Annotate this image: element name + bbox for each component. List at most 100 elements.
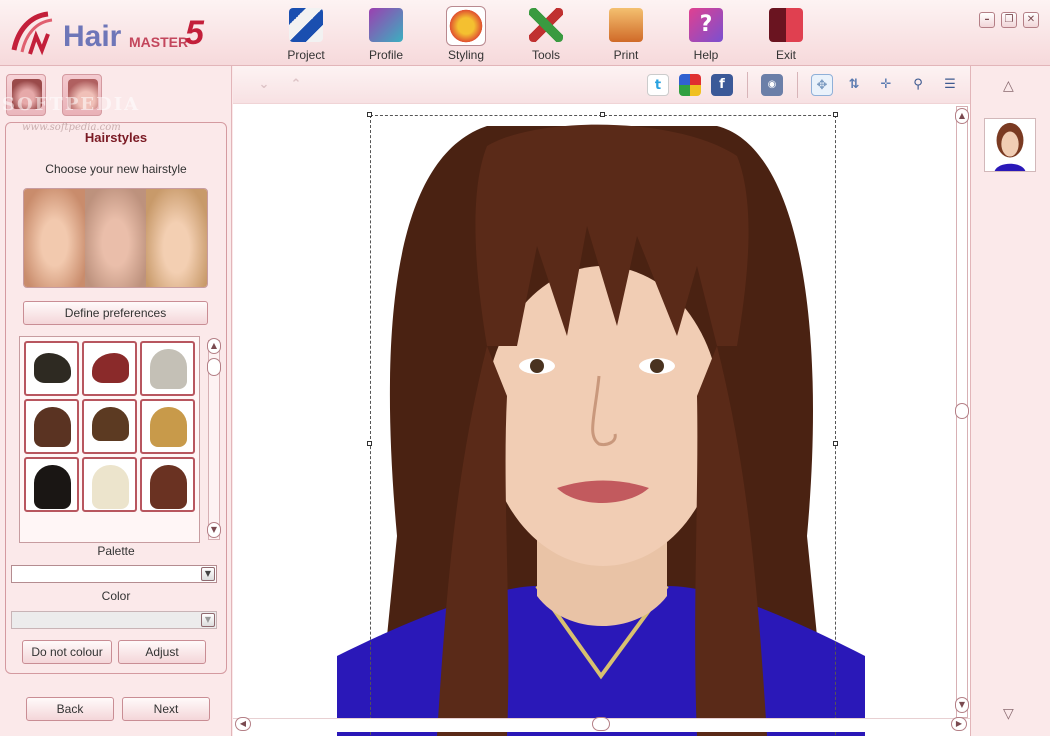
resize-handle[interactable] — [600, 112, 605, 117]
chevron-up-icon[interactable]: △ — [1003, 78, 1014, 94]
maximize-button[interactable]: ❐ — [1001, 12, 1017, 28]
zoom-icon[interactable]: ⚲ — [907, 74, 929, 96]
hairstyle-thumb[interactable] — [24, 341, 79, 396]
hairstyle-grid — [19, 336, 200, 543]
toolbar-help-label: Help — [693, 48, 719, 62]
hairstyle-long-auburn — [150, 465, 187, 509]
hairstyle-bob-grey — [150, 349, 187, 389]
hairstyle-short-brown — [92, 407, 129, 441]
undo-icon[interactable]: ⌄ — [253, 74, 275, 96]
toolbar-profile-button[interactable]: Profile — [354, 6, 418, 62]
move-icon[interactable]: ✥ — [811, 74, 833, 96]
toolbar-separator — [747, 72, 748, 98]
face-woman — [24, 189, 85, 287]
selection-box[interactable] — [370, 115, 836, 736]
logo-text-hair: Hair — [63, 20, 122, 53]
palette-label: Palette — [97, 544, 135, 558]
scroll-down-icon[interactable]: ▼ — [955, 697, 969, 713]
watermark: SOFTPEDIA — [2, 94, 141, 115]
profile-icon — [369, 8, 403, 42]
crosshair-icon[interactable]: ✛ — [875, 74, 897, 96]
redo-icon[interactable]: ⌃ — [285, 74, 307, 96]
hairstyle-thumb[interactable] — [82, 399, 137, 454]
toolbar-project-button[interactable]: Project — [274, 6, 338, 62]
app-logo: Hair MASTER 5 — [8, 8, 218, 58]
resize-handle[interactable] — [833, 112, 838, 117]
rotate-icon[interactable]: ⇅ — [843, 74, 865, 96]
left-panel: SOFTPEDIA www.softpedia.com Hairstyles C… — [0, 66, 232, 736]
hairstyle-spiky-red — [92, 353, 129, 383]
toolbar-separator — [797, 72, 798, 98]
hairstyle-thumb[interactable] — [140, 457, 195, 512]
history-panel: △ ▽ — [970, 66, 1050, 736]
twitter-icon[interactable]: t — [647, 74, 669, 96]
palette-select[interactable]: ▼ — [11, 565, 217, 583]
resize-handle[interactable] — [367, 441, 372, 446]
resize-handle[interactable] — [833, 441, 838, 446]
toolbar-exit-label: Exit — [775, 48, 796, 62]
hscroll-thumb[interactable] — [592, 717, 610, 731]
toolbar-profile-label: Profile — [368, 48, 403, 62]
toolbar-help-button[interactable]: ? Help — [674, 6, 738, 62]
exit-icon — [769, 8, 803, 42]
toolbar-tools-button[interactable]: Tools — [514, 6, 578, 62]
minimize-button[interactable]: – — [979, 12, 995, 28]
toolbar-styling-label: Styling — [447, 48, 485, 62]
history-thumbnail[interactable] — [984, 118, 1036, 172]
tools-icon — [529, 8, 563, 42]
hairstyle-thumb[interactable] — [140, 399, 195, 454]
close-button[interactable]: ✕ — [1023, 12, 1039, 28]
scroll-up-icon[interactable]: ▲ — [207, 338, 221, 354]
scroll-right-icon[interactable]: ▶ — [951, 717, 967, 731]
hairstyle-thumb[interactable] — [24, 399, 79, 454]
face-types-image[interactable] — [23, 188, 208, 288]
hairstyle-long-black — [34, 465, 71, 509]
chevron-down-icon[interactable]: ▽ — [1003, 706, 1014, 722]
toolbar-styling-button[interactable]: Styling — [434, 6, 498, 62]
help-icon: ? — [689, 8, 723, 42]
face-child — [146, 189, 207, 287]
chevron-down-icon[interactable]: ▼ — [201, 613, 215, 627]
toolbar-exit-button[interactable]: Exit — [754, 6, 818, 62]
styling-icon — [446, 6, 486, 46]
top-toolbar: Hair MASTER 5 Project Profile Styling To… — [0, 0, 1050, 66]
picasa-icon[interactable] — [679, 74, 701, 96]
panel-subtitle: Choose your new hairstyle — [45, 162, 187, 176]
facebook-icon[interactable]: f — [711, 74, 733, 96]
hairstyle-spiky-dark — [34, 353, 71, 383]
color-select[interactable]: ▼ — [11, 611, 217, 629]
logo-mark-icon — [11, 11, 53, 56]
adjust-button[interactable]: Adjust — [118, 640, 206, 664]
toolbar-project-label: Project — [287, 48, 325, 62]
face-man — [85, 189, 146, 287]
toolbar-print-label: Print — [613, 48, 639, 62]
logo-text-master: MASTER — [129, 34, 189, 50]
toolbar-print-button[interactable]: Print — [594, 6, 658, 62]
camera-icon[interactable]: ◉ — [761, 74, 783, 96]
scroll-up-icon[interactable]: ▲ — [955, 108, 969, 124]
project-icon — [289, 8, 323, 42]
hairstyle-thumb[interactable] — [82, 341, 137, 396]
menu-icon[interactable]: ☰ — [939, 74, 961, 96]
canvas-toolbar: ⌄ ⌃ t f ◉ ✥ ⇅ ✛ ⚲ ☰ — [233, 66, 970, 104]
next-button[interactable]: Next — [122, 697, 210, 721]
hairstyle-long-platinum — [92, 465, 129, 509]
back-button[interactable]: Back — [26, 697, 114, 721]
color-label: Color — [101, 589, 131, 603]
logo-version: 5 — [185, 14, 204, 52]
panel-title: Hairstyles — [84, 130, 148, 145]
do-not-colour-button[interactable]: Do not colour — [22, 640, 112, 664]
hairstyle-thumb[interactable] — [82, 457, 137, 512]
print-icon — [609, 8, 643, 42]
scroll-left-icon[interactable]: ◀ — [235, 717, 251, 731]
scroll-down-icon[interactable]: ▼ — [207, 522, 221, 538]
hairstyle-thumb[interactable] — [24, 457, 79, 512]
define-preferences-button[interactable]: Define preferences — [23, 301, 208, 325]
resize-handle[interactable] — [367, 112, 372, 117]
chevron-down-icon[interactable]: ▼ — [201, 567, 215, 581]
toolbar-tools-label: Tools — [531, 48, 560, 62]
photo-canvas: ⌄ ⌃ t f ◉ ✥ ⇅ ✛ ⚲ ☰ ▲ ▼ ◀ ▶ — [233, 66, 970, 736]
scroll-thumb[interactable] — [955, 403, 969, 419]
scroll-thumb[interactable] — [207, 358, 221, 376]
hairstyle-thumb[interactable] — [140, 341, 195, 396]
